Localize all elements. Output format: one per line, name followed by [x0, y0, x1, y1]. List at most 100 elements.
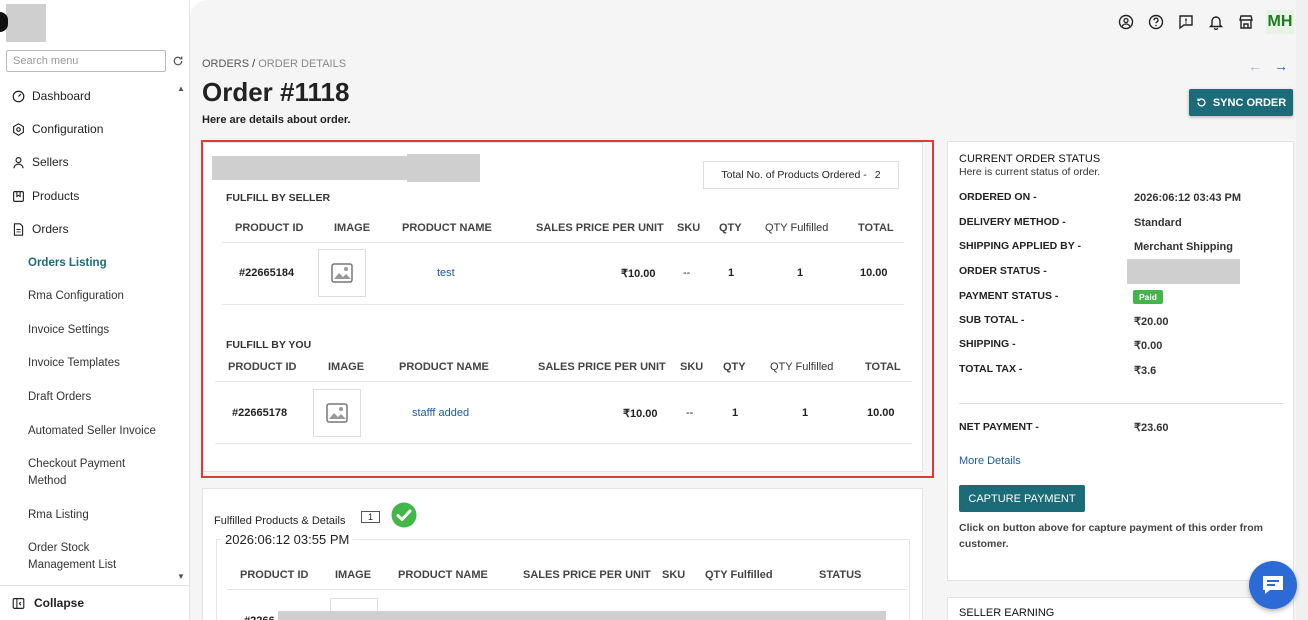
breadcrumb-separator: / — [252, 58, 256, 70]
status-key: ORDERED ON - — [959, 191, 1037, 203]
sidebar-subitem-orders-listing[interactable]: Orders Listing — [28, 255, 178, 272]
scroll-down-arrow[interactable]: ▼ — [177, 572, 185, 581]
bookmark-icon — [13, 190, 24, 202]
page-title: Order #1118 — [202, 77, 350, 107]
refresh-icon[interactable] — [172, 55, 184, 67]
col-sales-price: SALES PRICE PER UNIT — [523, 569, 651, 581]
account-circle-icon[interactable] — [1118, 14, 1134, 30]
order-status-panel: CURRENT ORDER STATUS Here is current sta… — [947, 141, 1294, 581]
scroll-up-arrow[interactable]: ▲ — [177, 84, 185, 93]
divider — [959, 403, 1283, 404]
more-details-link[interactable]: More Details — [959, 455, 1021, 467]
status-value: ₹20.00 — [1134, 316, 1169, 328]
highlight-outline — [201, 140, 934, 478]
sync-order-button[interactable]: SYNC ORDER — [1189, 89, 1293, 116]
sidebar-subitem-order-stock-management[interactable]: Order Stock Management List — [28, 540, 138, 574]
status-key: DELIVERY METHOD - — [959, 216, 1066, 228]
sidebar-item-orders[interactable]: Orders — [12, 219, 69, 239]
sidebar-item-products[interactable]: Products — [12, 186, 79, 206]
feedback-icon[interactable] — [1178, 14, 1194, 30]
sidebar-item-configuration[interactable]: Configuration — [12, 119, 103, 139]
sidebar-item-dashboard[interactable]: Dashboard — [12, 86, 91, 106]
status-value: ₹0.00 — [1134, 340, 1163, 352]
user-icon — [13, 156, 24, 168]
col-product-name: PRODUCT NAME — [398, 569, 488, 581]
main-content: MH ORDERS / ORDER DETAILS Order #1118 He… — [190, 0, 1308, 620]
sidebar-subitem-rma-configuration[interactable]: Rma Configuration — [28, 288, 178, 305]
status-value: Standard — [1134, 217, 1182, 229]
bell-icon[interactable] — [1208, 14, 1224, 30]
sidebar-subitem-draft-orders[interactable]: Draft Orders — [28, 389, 178, 406]
arrow-right-icon[interactable]: → — [1274, 58, 1288, 74]
sidebar-subitem-invoice-templates[interactable]: Invoice Templates — [28, 355, 178, 372]
sidebar-item-label: Products — [32, 189, 80, 203]
fulfilled-date: 2026:06:12 03:55 PM — [221, 532, 354, 547]
status-key: ORDER STATUS - — [959, 265, 1047, 277]
status-value: Merchant Shipping — [1134, 241, 1233, 253]
logo — [6, 4, 46, 42]
search-menu-field[interactable] — [6, 50, 166, 72]
fulfilled-products-heading: Fulfilled Products & Details — [214, 515, 346, 527]
status-key: SHIPPING APPLIED BY - — [959, 240, 1081, 252]
col-status: STATUS — [819, 569, 862, 581]
status-panel-subtitle: Here is current status of order. — [959, 166, 1101, 178]
breadcrumb: ORDERS / ORDER DETAILS — [202, 58, 346, 70]
fulfilled-count-badge: 1 — [361, 511, 381, 523]
sidebar-item-label: Configuration — [32, 122, 104, 136]
status-value: 2026:06:12 03:43 PM — [1134, 192, 1242, 204]
payment-status-badge: Paid — [1133, 290, 1163, 304]
sync-icon — [1197, 98, 1206, 107]
store-icon[interactable] — [1238, 14, 1254, 30]
capture-payment-button[interactable]: CAPTURE PAYMENT — [959, 485, 1085, 512]
redacted-block — [278, 611, 886, 620]
sidebar-subitem-rma-listing[interactable]: Rma Listing — [28, 507, 178, 524]
chat-button[interactable] — [1249, 561, 1297, 609]
gear-icon — [13, 122, 24, 136]
status-key: SHIPPING - — [959, 338, 1016, 350]
col-product-id: PRODUCT ID — [240, 569, 309, 581]
sidebar: ▲ Dashboard Configuration Sellers Produc… — [0, 0, 190, 620]
page-subtitle: Here are details about order. — [202, 114, 351, 126]
breadcrumb-root[interactable]: ORDERS — [202, 58, 249, 70]
seller-earning-title: SELLER EARNING — [959, 607, 1055, 619]
net-payment-key: NET PAYMENT - — [959, 421, 1039, 433]
sidebar-item-label: Sellers — [32, 155, 69, 169]
sidebar-item-sellers[interactable]: Sellers — [12, 152, 69, 172]
col-image: IMAGE — [335, 569, 372, 581]
capture-payment-note: Click on button above for capture paymen… — [959, 522, 1263, 550]
order-navigation: ← → — [1236, 58, 1288, 74]
status-key: SUB TOTAL - — [959, 314, 1025, 326]
status-value: ₹3.6 — [1134, 365, 1157, 377]
seller-earning-panel: SELLER EARNING — [947, 597, 1294, 620]
divider — [227, 589, 907, 590]
check-circle-icon — [391, 502, 417, 528]
sidebar-item-label: Dashboard — [32, 89, 91, 103]
status-key: PAYMENT STATUS - — [959, 290, 1059, 302]
col-sku: SKU — [662, 569, 686, 581]
fulfilled-products-card: Fulfilled Products & Details 1 2026:06:1… — [202, 488, 923, 620]
sidebar-item-label: Orders — [32, 222, 69, 236]
status-key: TOTAL TAX - — [959, 363, 1023, 375]
collapse-button[interactable]: Collapse — [0, 585, 190, 620]
breadcrumb-current: ORDER DETAILS — [258, 58, 347, 70]
net-payment-value: ₹23.60 — [1134, 422, 1169, 434]
sidebar-subitem-checkout-payment-method[interactable]: Checkout Payment Method — [28, 456, 148, 490]
sidebar-subitem-automated-seller-invoice[interactable]: Automated Seller Invoice — [28, 423, 178, 440]
topbar: MH — [1104, 10, 1294, 34]
search-menu-input[interactable] — [7, 51, 165, 71]
help-icon[interactable] — [1148, 14, 1164, 30]
product-id: #2266 — [244, 615, 275, 620]
sidebar-subitem-invoice-settings[interactable]: Invoice Settings — [28, 322, 178, 339]
chat-icon — [1263, 576, 1283, 594]
arrow-left-icon[interactable]: ← — [1248, 58, 1262, 74]
order-status-value-redacted — [1127, 259, 1240, 284]
dashboard-icon — [12, 90, 25, 102]
col-qty-fulfilled: QTY Fulfilled — [705, 569, 773, 581]
collapse-label: Collapse — [34, 596, 85, 610]
page-scrollbar[interactable] — [1296, 0, 1308, 620]
sync-order-label: SYNC ORDER — [1212, 96, 1287, 109]
user-avatar[interactable]: MH — [1266, 10, 1294, 34]
collapse-icon — [12, 597, 25, 609]
document-icon — [13, 222, 24, 236]
status-panel-title: CURRENT ORDER STATUS — [959, 153, 1101, 165]
